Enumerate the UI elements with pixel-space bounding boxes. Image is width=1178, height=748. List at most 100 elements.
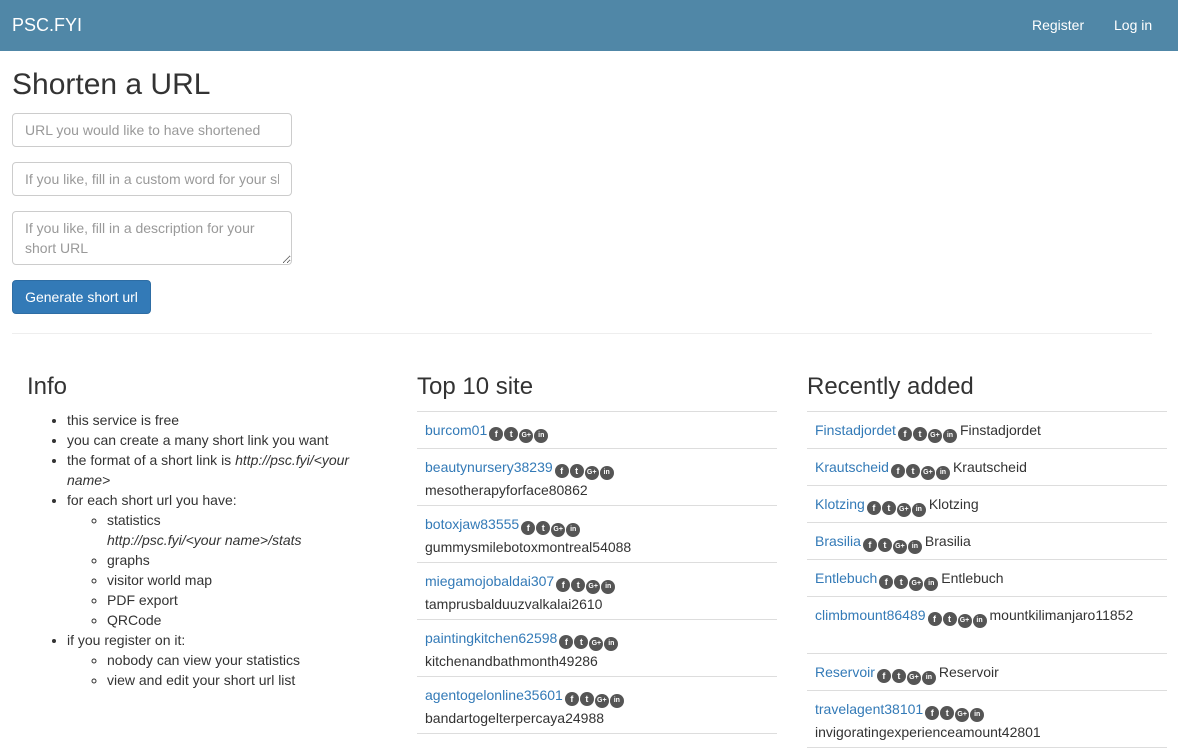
table-row: Reservoir f t G+ in Reservoir [807, 654, 1167, 691]
url-input[interactable] [12, 113, 292, 147]
short-url-link[interactable]: beautynursery38239 [425, 459, 553, 475]
facebook-icon[interactable]: f [879, 575, 894, 589]
facebook-icon[interactable]: f [897, 427, 912, 441]
short-url-link[interactable]: agentogelonline35601 [425, 687, 563, 703]
short-url-link[interactable]: travelagent38101 [815, 701, 923, 717]
linkedin-icon[interactable]: in [921, 671, 936, 685]
short-url-link[interactable]: miegamojobaldai307 [425, 573, 554, 589]
table-row: Finstadjordet f t G+ in Finstadjordet [807, 412, 1167, 449]
facebook-icon[interactable]: f [559, 635, 574, 649]
table-row: agentogelonline35601 f t G+ in bandartogelter… [417, 677, 777, 734]
twitter-icon[interactable]: t [571, 578, 586, 592]
google-plus-icon[interactable]: G+ [957, 614, 972, 628]
short-url-link[interactable]: Entlebuch [815, 570, 877, 586]
google-plus-icon[interactable]: G+ [594, 694, 609, 708]
linkedin-icon[interactable]: in [907, 540, 922, 554]
google-plus-icon[interactable]: G+ [892, 540, 907, 554]
linkedin-icon[interactable]: in [911, 503, 926, 517]
twitter-icon[interactable]: t [912, 427, 927, 441]
short-url-link[interactable]: Reservoir [815, 664, 875, 680]
recent-table: Finstadjordet f t G+ in Finstadjordet Krautsch… [807, 411, 1167, 748]
short-url-link[interactable]: botoxjaw83555 [425, 516, 519, 532]
short-url-link[interactable]: climbmount86489 [815, 607, 926, 623]
facebook-icon[interactable]: f [489, 427, 504, 441]
google-plus-icon[interactable]: G+ [927, 429, 942, 443]
twitter-icon[interactable]: t [894, 575, 909, 589]
twitter-icon[interactable]: t [881, 501, 896, 515]
google-plus-icon[interactable]: G+ [519, 429, 534, 443]
facebook-icon[interactable]: f [554, 464, 569, 478]
twitter-icon[interactable]: t [891, 669, 906, 683]
linkedin-icon[interactable]: in [942, 429, 957, 443]
info-graphs-text: graphs [107, 552, 150, 568]
twitter-icon[interactable]: t [536, 521, 551, 535]
google-plus-icon[interactable]: G+ [589, 637, 604, 651]
facebook-icon[interactable]: f [866, 501, 881, 515]
share-buttons: f t G+ in [879, 570, 939, 591]
sub-list: statistics http://psc.fyi/<your name>/sta… [67, 510, 377, 630]
custom-word-input[interactable] [12, 162, 292, 196]
linkedin-icon[interactable]: in [599, 466, 614, 480]
twitter-icon[interactable]: t [574, 635, 589, 649]
twitter-icon[interactable]: t [579, 692, 594, 706]
linkedin-icon[interactable]: in [601, 580, 616, 594]
facebook-icon[interactable]: f [564, 692, 579, 706]
linkedin-icon[interactable]: in [604, 637, 619, 651]
linkedin-icon[interactable]: in [935, 466, 950, 480]
info-format-text: the format of a short link is [67, 452, 236, 468]
google-plus-icon[interactable]: G+ [586, 580, 601, 594]
google-plus-icon[interactable]: G+ [955, 708, 970, 722]
generate-short-url-button[interactable]: Generate short url [12, 280, 151, 314]
login-link[interactable]: Log in [1114, 17, 1152, 33]
brand-logo-link[interactable]: PSC.FYI [12, 15, 82, 36]
short-url-link[interactable]: paintingkitchen62598 [425, 630, 557, 646]
google-plus-icon[interactable]: G+ [920, 466, 935, 480]
share-buttons: f t G+ in [556, 573, 616, 594]
twitter-icon[interactable]: t [942, 612, 957, 626]
facebook-icon[interactable]: f [927, 612, 942, 626]
facebook-icon[interactable]: f [876, 669, 891, 683]
linkedin-icon[interactable]: in [609, 694, 624, 708]
facebook-icon[interactable]: f [890, 464, 905, 478]
linkedin-icon[interactable]: in [924, 577, 939, 591]
linkedin-icon[interactable]: in [566, 523, 581, 537]
google-plus-icon[interactable]: G+ [909, 577, 924, 591]
share-buttons: f t G+ in [876, 664, 937, 685]
short-url-link[interactable]: Klotzing [815, 496, 865, 512]
google-plus-icon[interactable]: G+ [551, 523, 566, 537]
short-url-description: bandartogelterpercaya24988 [425, 710, 605, 726]
short-url-link[interactable]: Finstadjordet [815, 422, 896, 438]
facebook-icon[interactable]: f [862, 538, 877, 552]
google-plus-icon[interactable]: G+ [584, 466, 599, 480]
register-link[interactable]: Register [1032, 17, 1084, 33]
info-statistics-text: statistics [107, 512, 161, 528]
info-edit-text: view and edit your short url list [107, 672, 296, 688]
google-plus-icon[interactable]: G+ [906, 671, 921, 685]
info-register-text: if you register on it: [67, 632, 186, 648]
info-list: this service is free you can create a ma… [27, 410, 377, 690]
linkedin-icon[interactable]: in [972, 614, 987, 628]
info-free-text: this service is free [67, 412, 180, 428]
short-url-link[interactable]: Brasilia [815, 533, 861, 549]
google-plus-icon[interactable]: G+ [896, 503, 911, 517]
short-url-description: gummysmilebotoxmontreal54088 [425, 539, 632, 555]
facebook-icon[interactable]: f [925, 706, 940, 720]
facebook-icon[interactable]: f [556, 578, 571, 592]
linkedin-icon[interactable]: in [970, 708, 985, 722]
linkedin-icon[interactable]: in [534, 429, 549, 443]
twitter-icon[interactable]: t [504, 427, 519, 441]
list-item: statistics http://psc.fyi/<your name>/sta… [107, 510, 377, 550]
list-item: view and edit your short url list [107, 670, 377, 690]
twitter-icon[interactable]: t [905, 464, 920, 478]
description-textarea[interactable] [12, 211, 292, 265]
share-buttons: f t G+ in [927, 607, 988, 628]
short-url-description: Klotzing [928, 496, 979, 512]
twitter-icon[interactable]: t [569, 464, 584, 478]
twitter-icon[interactable]: t [877, 538, 892, 552]
short-url-link[interactable]: Krautscheid [815, 459, 889, 475]
facebook-icon[interactable]: f [521, 521, 536, 535]
twitter-icon[interactable]: t [940, 706, 955, 720]
share-buttons: f t G+ in [554, 459, 615, 480]
share-buttons: f t G+ in [489, 422, 549, 443]
short-url-link[interactable]: burcom01 [425, 422, 487, 438]
